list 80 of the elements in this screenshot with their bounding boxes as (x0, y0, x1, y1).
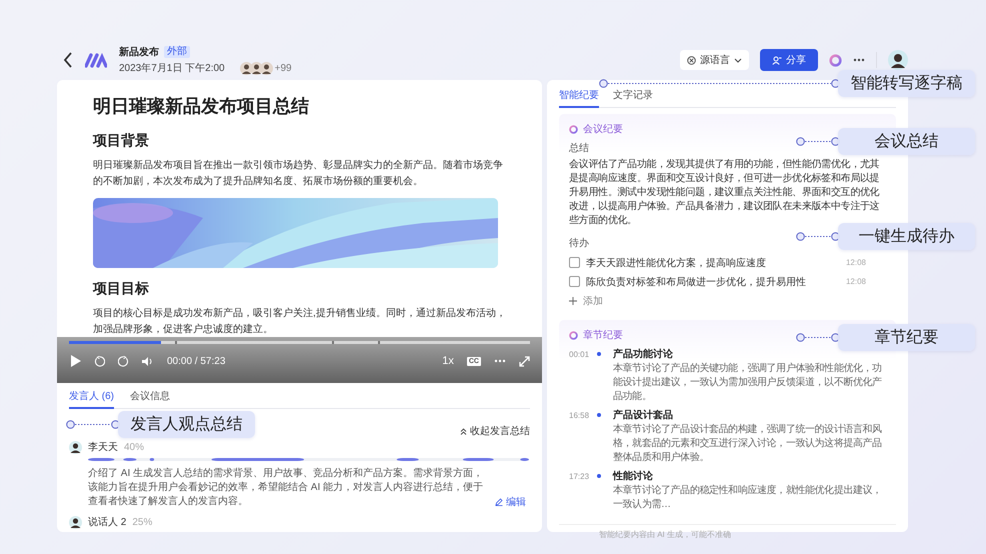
add-button[interactable]: 添加 (569, 294, 603, 308)
feature-callout: 一键生成待办 (838, 223, 975, 250)
meeting-datetime: 2023年7月1日 下午2:00 (119, 62, 225, 75)
leader-line (796, 232, 840, 241)
leader-line (66, 420, 120, 429)
logo-icon (85, 52, 107, 68)
feature-callout: 智能转写逐字稿 (838, 70, 975, 97)
more-icon[interactable] (853, 58, 865, 62)
caret-icon (734, 58, 742, 62)
collapse-link[interactable]: 收起发言总结 (460, 424, 530, 438)
section-heading: 项目背景 (93, 131, 150, 150)
speaking-share: 40% (124, 442, 144, 452)
ring-icon (569, 330, 578, 340)
chapter-title: 产品功能讨论 (613, 348, 673, 362)
chevron-up-icon (460, 428, 467, 434)
pencil-icon (495, 498, 503, 506)
panel-tab[interactable]: 智能纪要 (559, 88, 599, 108)
todo-text: 陈欣负责对标签和布局做进一步优化，提升易用性 (586, 276, 807, 288)
timeline-dot (597, 474, 601, 478)
speaker-summary: 介绍了 AI 生成发言人总结的需求背景、用户故事、竞品分析和产品方案。需求背景方面，该能力旨在提升用户会看妙记的效率，希望能结合 AI 能力，对发言人内容进行总结，便于查看者快速了解发言人的发言内容。 (88, 467, 484, 509)
back-icon[interactable] (63, 52, 73, 68)
section-heading: 项目目标 (93, 279, 150, 298)
participant-count: +99 (274, 62, 292, 74)
ring-icon (569, 124, 578, 134)
feature-callout: 章节纪要 (838, 324, 975, 351)
document-title: 明日璀璨新品发布项目总结 (93, 95, 310, 118)
chapter-text: 本章节讨论了产品的关键功能，强调了用户体验和性能优化，功能设计提出建议，一致认为需加强用户反馈渠道，以不断优化产品功能。 (613, 362, 883, 404)
chapter-time: 16:58 (569, 410, 590, 422)
panel-tab[interactable]: 发言人 (6) (69, 389, 114, 409)
todo-text: 李天天跟进性能优化方案，提高响应速度 (586, 256, 767, 270)
edit-link[interactable]: 编辑 (495, 495, 526, 509)
todo-time: 12:08 (846, 277, 866, 286)
chapter-time: 00:01 (569, 349, 590, 361)
share-button[interactable]: 分享 (760, 49, 818, 71)
chapter-title: 产品设计套品 (613, 408, 673, 423)
participant-avatar (260, 62, 273, 74)
checkbox[interactable] (569, 257, 580, 268)
paragraph: 明日璀璨新品发布项目旨在推出一款引领市场趋势、彰显品牌实力的全新产品。随着市场竞争的不断加剧，本次发布成为了提升品牌知名度、拓展市场份额的重要机会。 (93, 158, 504, 189)
person-icon (772, 56, 782, 64)
section-title: 会议纪要 (583, 122, 623, 136)
todo-label: 待办 (569, 236, 589, 250)
checkbox[interactable] (569, 276, 580, 287)
timeline-dot (597, 352, 601, 356)
play-icon[interactable] (71, 355, 81, 367)
external-tag: 外部 (164, 46, 190, 58)
chapter-title: 性能讨论 (613, 470, 653, 484)
chapter-text: 本章节讨论了产品的稳定性和响应速度，就性能优化提出建议，一致认为需… (613, 484, 883, 512)
speaker-avatar (69, 440, 82, 454)
speaker-name: 李天天 (88, 440, 118, 454)
leader-line (796, 137, 840, 146)
paragraph: 项目的核心目标是成功发布新产品，吸引客户关注,提升销售业绩。同时，通过新品发布活动，加强品牌形象，促进客户忠诚度的建立。 (93, 306, 507, 337)
ring-icon[interactable] (829, 54, 842, 66)
plus-icon (569, 297, 577, 305)
summary-label: 总结 (569, 142, 589, 155)
chapter-time: 17:23 (569, 471, 590, 483)
translate-icon (687, 56, 696, 64)
meeting-title: 新品发布 (119, 45, 159, 59)
volume-icon[interactable] (142, 356, 154, 366)
speaker-name: 说话人 2 (88, 516, 126, 529)
progress-track[interactable] (69, 341, 530, 344)
panel-tab[interactable]: 会议信息 (130, 389, 170, 409)
user-avatar[interactable] (888, 50, 908, 70)
feature-callout: 会议总结 (838, 128, 975, 155)
speed-button[interactable]: 1x (442, 355, 454, 367)
more-icon[interactable] (494, 359, 506, 363)
rewind-icon[interactable] (94, 356, 105, 366)
playback-time: 00:00 / 57:23 (167, 356, 226, 366)
forward-icon[interactable] (118, 356, 129, 366)
feature-callout: 发言人观点总结 (118, 411, 255, 438)
todo-time: 12:08 (846, 258, 866, 267)
fullscreen-icon[interactable] (519, 356, 530, 366)
leader-line (796, 333, 840, 342)
speaker-avatar (69, 516, 82, 528)
timeline-dot (597, 413, 601, 417)
speaking-share: 25% (132, 516, 152, 528)
panel-tab[interactable]: 文字记录 (613, 88, 653, 108)
chapter-text: 本章节讨论了产品设计套品的构建，强调了统一的设计语言和风格，就套品的元素和交互进行深入讨论，一致认为这将提高产品整体品质和用户体验。 (613, 423, 883, 465)
language-button[interactable]: 源语言 (680, 50, 749, 70)
section-title: 章节纪要 (583, 328, 623, 342)
disclaimer: 智能纪要内容由 AI 生成，可能不准确 (559, 524, 896, 540)
